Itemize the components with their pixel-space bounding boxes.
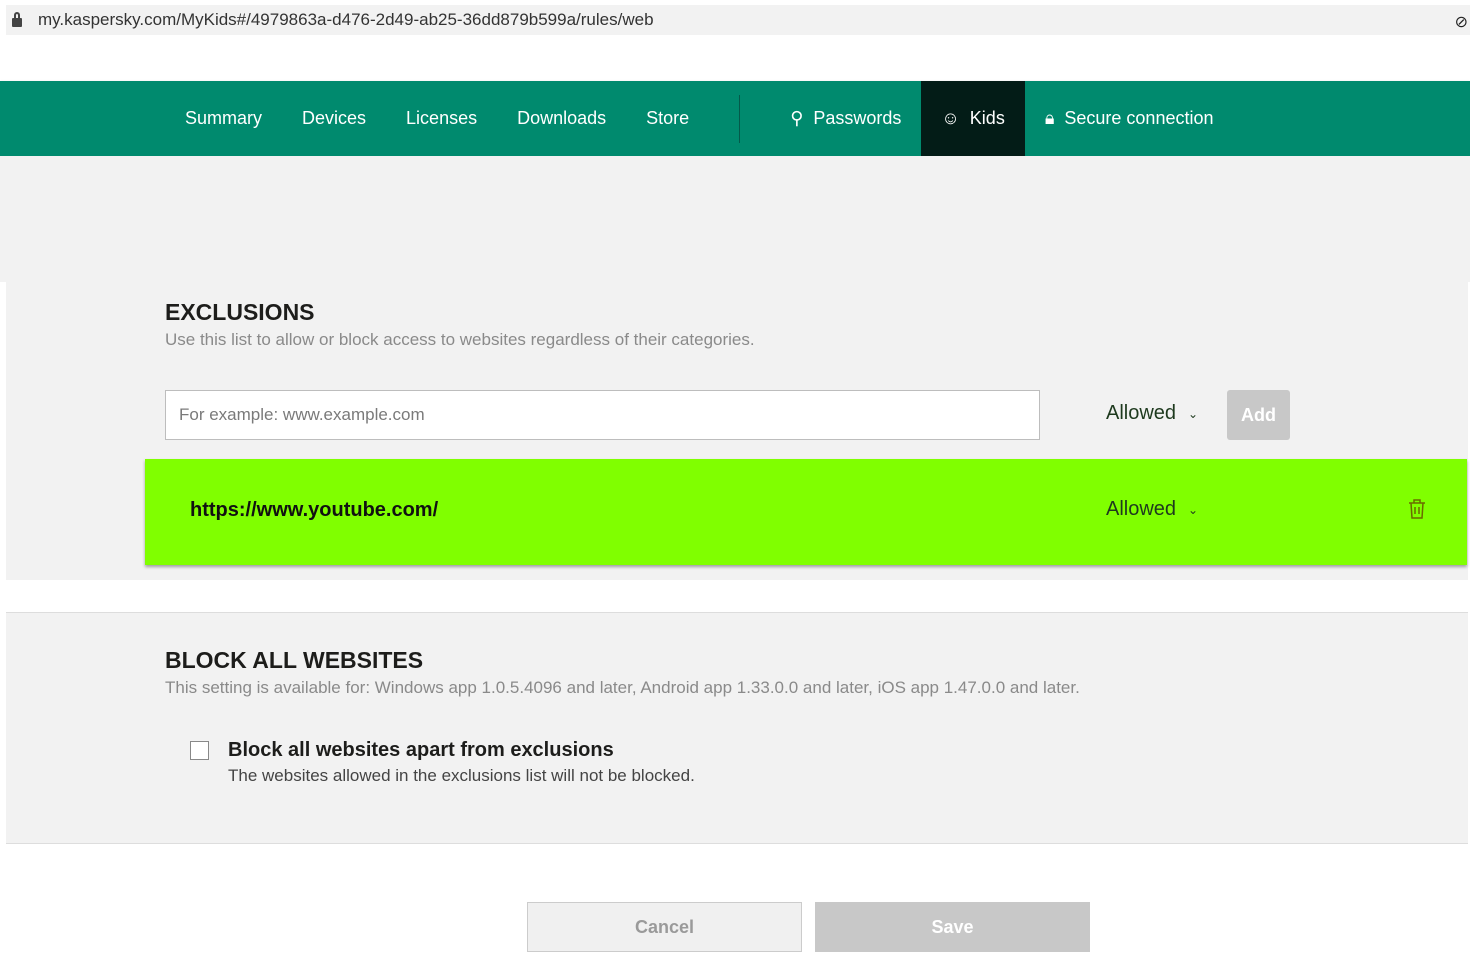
nav-divider [739, 94, 741, 143]
nav-label: Kids [969, 108, 1005, 128]
chevron-down-icon: ⌄ [1188, 502, 1199, 517]
tracking-blocked-icon[interactable]: ⊘ [1455, 12, 1468, 32]
access-select[interactable]: Allowed ⌄ [1106, 402, 1198, 425]
website-input[interactable]: For example: www.example.com [165, 390, 1040, 440]
header-spacer [0, 156, 1470, 282]
nav-label: Passwords [813, 108, 902, 128]
kid-face-icon: ☺ [941, 108, 960, 128]
nav-label: Secure connection [1064, 108, 1214, 128]
exclusion-row: https://www.youtube.com/ Allowed ⌄ [145, 459, 1467, 565]
main-nav: Summary Devices Licenses Downloads Store… [0, 81, 1470, 156]
nav-downloads[interactable]: Downloads [497, 81, 626, 156]
block-all-title: BLOCK ALL WEBSITES [165, 647, 424, 673]
exclusion-url: https://www.youtube.com/ [190, 499, 439, 521]
select-value: Allowed [1106, 498, 1177, 520]
save-button[interactable]: Save [815, 902, 1090, 952]
cancel-button[interactable]: Cancel [527, 902, 802, 952]
lock-icon: 🔒︎ [1044, 108, 1055, 128]
checkbox-hint: The websites allowed in the exclusions l… [228, 766, 695, 785]
url-text: my.kaspersky.com/MyKids#/4979863a-d476-2… [38, 10, 654, 29]
nav-kids[interactable]: ☺ Kids [921, 81, 1025, 156]
chevron-down-icon: ⌄ [1188, 406, 1199, 421]
nav-devices[interactable]: Devices [282, 81, 386, 156]
select-value: Allowed [1106, 402, 1177, 424]
row-access-select[interactable]: Allowed ⌄ [1106, 498, 1198, 521]
address-bar[interactable]: my.kaspersky.com/MyKids#/4979863a-d476-2… [6, 5, 1470, 35]
checkbox-label[interactable]: Block all websites apart from exclusions [228, 739, 614, 762]
nav-store[interactable]: Store [626, 81, 709, 156]
block-all-checkbox[interactable] [190, 741, 209, 760]
lock-icon [12, 11, 22, 27]
nav-summary[interactable]: Summary [165, 81, 282, 156]
input-placeholder: For example: www.example.com [179, 405, 425, 424]
add-button[interactable]: Add [1227, 390, 1290, 440]
exclusions-title: EXCLUSIONS [165, 299, 315, 325]
block-all-description: This setting is available for: Windows a… [165, 678, 1080, 697]
nav-secure-connection[interactable]: 🔒︎ Secure connection [1025, 81, 1234, 156]
nav-passwords[interactable]: ⚲ Passwords [770, 81, 921, 156]
key-icon: ⚲ [790, 108, 804, 128]
nav-licenses[interactable]: Licenses [386, 81, 497, 156]
trash-icon[interactable] [1408, 499, 1426, 519]
exclusions-description: Use this list to allow or block access t… [165, 330, 755, 349]
